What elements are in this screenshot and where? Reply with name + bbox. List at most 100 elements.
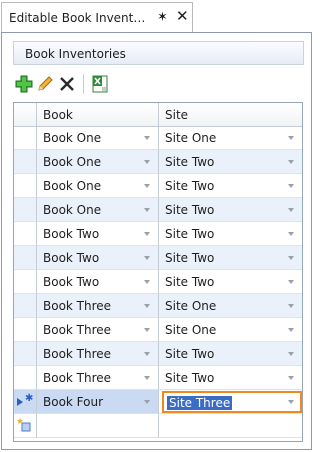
chevron-down-icon[interactable] xyxy=(288,304,294,308)
book-cell[interactable]: Book Two xyxy=(37,222,159,246)
chevron-down-icon[interactable] xyxy=(144,184,150,188)
book-cell[interactable]: Book Four xyxy=(37,390,159,414)
delete-icon[interactable] xyxy=(57,74,77,94)
new-row-book-cell[interactable] xyxy=(37,414,159,438)
site-cell[interactable]: Site One xyxy=(159,126,302,150)
column-header-site[interactable]: Site xyxy=(159,103,302,126)
book-cell[interactable]: Book One xyxy=(37,198,159,222)
site-cell[interactable]: Site Two xyxy=(159,270,302,294)
table-row[interactable]: Book Three Site Two xyxy=(14,342,302,366)
row-selector[interactable] xyxy=(14,342,37,366)
chevron-down-icon[interactable] xyxy=(144,208,150,212)
site-cell[interactable]: Site Two xyxy=(159,222,302,246)
row-selector[interactable] xyxy=(14,126,37,150)
column-header-book[interactable]: Book xyxy=(37,103,159,126)
table-row[interactable]: Book Two Site Two xyxy=(14,246,302,270)
row-header-corner xyxy=(14,103,37,126)
site-cell[interactable]: Site Two xyxy=(159,198,302,222)
close-tab-icon[interactable]: ✕ xyxy=(176,9,189,24)
book-cell[interactable]: Book Two xyxy=(37,246,159,270)
chevron-down-icon[interactable] xyxy=(288,328,294,332)
chevron-down-icon[interactable] xyxy=(288,232,294,236)
table-row[interactable]: Book One Site One xyxy=(14,126,302,150)
toolbar-separator xyxy=(83,74,84,94)
chevron-down-icon[interactable] xyxy=(288,256,294,260)
book-cell-value: Book Three xyxy=(43,347,112,361)
chevron-down-icon[interactable] xyxy=(288,136,294,140)
current-edit-row[interactable]: ✱ Book Four Site Three xyxy=(14,390,302,414)
site-cell[interactable]: Site Two xyxy=(159,342,302,366)
chevron-down-icon[interactable] xyxy=(288,400,294,404)
chevron-down-icon[interactable] xyxy=(288,160,294,164)
chevron-down-icon[interactable] xyxy=(144,280,150,284)
chevron-down-icon[interactable] xyxy=(144,160,150,164)
chevron-down-icon[interactable] xyxy=(144,232,150,236)
site-cell[interactable]: Site Two xyxy=(159,174,302,198)
row-selector[interactable] xyxy=(14,246,37,270)
row-selector[interactable] xyxy=(14,174,37,198)
book-inventory-grid[interactable]: Book Site Book One Site One Book One Site T… xyxy=(13,102,303,442)
chevron-down-icon[interactable] xyxy=(144,256,150,260)
site-cell-value: Site Two xyxy=(165,203,215,217)
site-cell[interactable]: Site Two xyxy=(159,366,302,390)
table-row[interactable]: Book One Site Two xyxy=(14,198,302,222)
chevron-down-icon[interactable] xyxy=(144,136,150,140)
chevron-down-icon[interactable] xyxy=(144,376,150,380)
book-cell[interactable]: Book Two xyxy=(37,270,159,294)
site-cell[interactable]: Site One xyxy=(159,318,302,342)
row-selector[interactable] xyxy=(14,222,37,246)
chevron-down-icon[interactable] xyxy=(144,328,150,332)
book-cell-value: Book Three xyxy=(43,323,112,337)
table-row[interactable]: Book Two Site Two xyxy=(14,270,302,294)
modified-indicator-icon: ✶ xyxy=(157,10,168,25)
row-selector[interactable] xyxy=(14,270,37,294)
column-header-book-label: Book xyxy=(43,108,73,122)
table-row[interactable]: Book One Site Two xyxy=(14,174,302,198)
new-row-header xyxy=(14,414,37,438)
chevron-down-icon[interactable] xyxy=(288,352,294,356)
add-icon[interactable] xyxy=(14,74,34,94)
chevron-down-icon[interactable] xyxy=(288,280,294,284)
new-row-site-cell[interactable] xyxy=(159,414,302,438)
site-cell[interactable]: Site Two xyxy=(159,246,302,270)
table-row[interactable]: Book Two Site Two xyxy=(14,222,302,246)
chevron-down-icon[interactable] xyxy=(288,184,294,188)
row-selector[interactable] xyxy=(14,150,37,174)
book-cell[interactable]: Book One xyxy=(37,126,159,150)
book-cell[interactable]: Book Three xyxy=(37,318,159,342)
chevron-down-icon[interactable] xyxy=(288,208,294,212)
book-cell-value: Book One xyxy=(43,131,102,145)
edit-pencil-icon[interactable] xyxy=(35,74,55,94)
book-cell[interactable]: Book One xyxy=(37,150,159,174)
book-cell[interactable]: Book Three xyxy=(37,366,159,390)
new-row-icon xyxy=(17,418,31,432)
site-cell[interactable]: Site One xyxy=(159,294,302,318)
book-cell[interactable]: Book One xyxy=(37,174,159,198)
chevron-down-icon[interactable] xyxy=(288,376,294,380)
table-row[interactable]: Book Three Site One xyxy=(14,294,302,318)
column-header-row: Book Site xyxy=(14,103,302,127)
chevron-down-icon[interactable] xyxy=(144,352,150,356)
document-tab-strip: Editable Book Invent… ✶ ✕ xyxy=(0,0,314,32)
table-row[interactable]: Book Three Site One xyxy=(14,318,302,342)
tab-title: Editable Book Invent… xyxy=(9,11,146,25)
document-tab[interactable]: Editable Book Invent… ✶ ✕ xyxy=(1,2,193,32)
book-cell[interactable]: Book Three xyxy=(37,294,159,318)
site-combobox-editor[interactable]: Site Three xyxy=(162,391,302,413)
new-row-placeholder[interactable] xyxy=(14,414,302,438)
row-selector[interactable] xyxy=(14,198,37,222)
site-cell-value: Site Two xyxy=(165,347,215,361)
row-selector[interactable] xyxy=(14,366,37,390)
table-row[interactable]: Book Three Site Two xyxy=(14,366,302,390)
panel-header: Book Inventories xyxy=(13,41,304,65)
site-cell-editor[interactable]: Site Three xyxy=(159,390,302,414)
book-cell[interactable]: Book Three xyxy=(37,342,159,366)
site-cell[interactable]: Site Two xyxy=(159,150,302,174)
site-editor-selected-text[interactable]: Site Three xyxy=(167,396,233,410)
export-excel-icon[interactable] xyxy=(90,74,110,94)
row-selector[interactable] xyxy=(14,294,37,318)
row-selector[interactable] xyxy=(14,318,37,342)
chevron-down-icon[interactable] xyxy=(144,304,150,308)
chevron-down-icon[interactable] xyxy=(144,400,150,404)
table-row[interactable]: Book One Site Two xyxy=(14,150,302,174)
